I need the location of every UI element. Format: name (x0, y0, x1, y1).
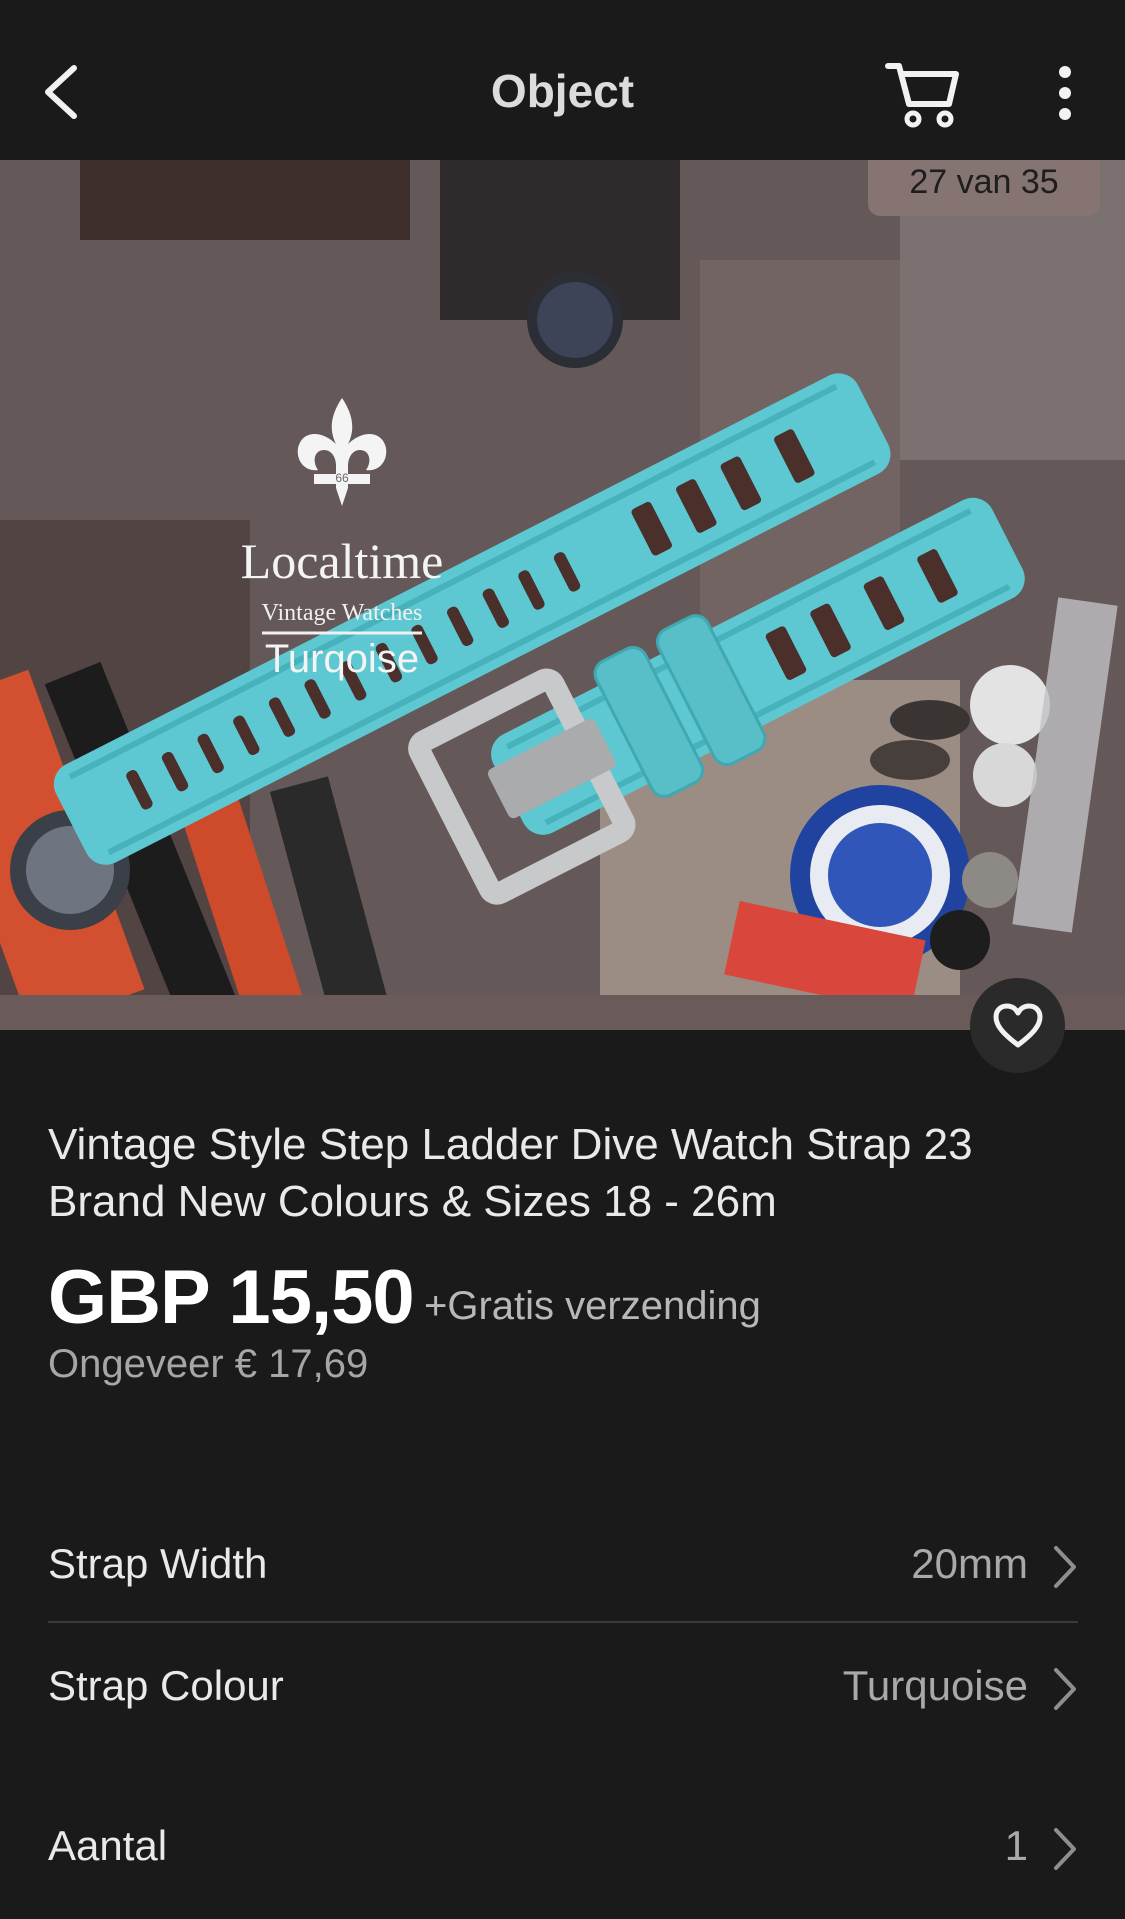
option-row-strap-width[interactable]: Strap Width 20mm (48, 1500, 1078, 1620)
top-navigation-bar: Object (0, 0, 1125, 160)
more-vertical-icon (1059, 66, 1071, 120)
favorite-button[interactable] (970, 978, 1065, 1073)
svg-text:66: 66 (335, 471, 349, 485)
option-label: Strap Width (48, 1540, 268, 1587)
watch-strap-image: 66 Localtime Vintage Watches Turqoise (0, 160, 1125, 995)
chevron-right-icon (1054, 1828, 1076, 1870)
image-counter: 27 van 35 (868, 160, 1100, 216)
more-options-button[interactable] (1050, 64, 1080, 122)
product-photo[interactable]: 66 Localtime Vintage Watches Turqoise 27… (0, 160, 1125, 995)
option-row-strap-colour[interactable]: Strap Colour Turquoise (48, 1622, 1078, 1742)
product-price: GBP 15,50 (48, 1255, 415, 1340)
approx-price: Ongeveer € 17,69 (48, 1342, 369, 1386)
option-label: Aantal (48, 1822, 168, 1869)
cart-button[interactable] (885, 60, 960, 128)
product-page: Object 66 Localtime Vintage Watches Turq… (0, 0, 1125, 1919)
logo-tagline-text: Vintage Watches (262, 600, 423, 626)
option-value: 20mm (911, 1540, 1028, 1587)
option-value: Turquoise (842, 1662, 1028, 1709)
option-value: 1 (1004, 1822, 1028, 1869)
logo-name-text: Localtime (241, 533, 444, 589)
option-label: Strap Colour (48, 1662, 284, 1709)
option-row-quantity[interactable]: Aantal 1 (48, 1782, 1078, 1902)
chevron-right-icon (1054, 1668, 1076, 1710)
product-image-gallery[interactable]: 66 Localtime Vintage Watches Turqoise 27… (0, 160, 1125, 1030)
chevron-right-icon (1054, 1546, 1076, 1588)
product-title: Vintage Style Step Ladder Dive Watch Str… (48, 1120, 973, 1226)
heart-icon (993, 1003, 1042, 1047)
cart-icon (885, 63, 959, 128)
logo-color-text: Turqoise (265, 637, 419, 681)
shipping-info: +Gratis verzending (424, 1284, 761, 1328)
